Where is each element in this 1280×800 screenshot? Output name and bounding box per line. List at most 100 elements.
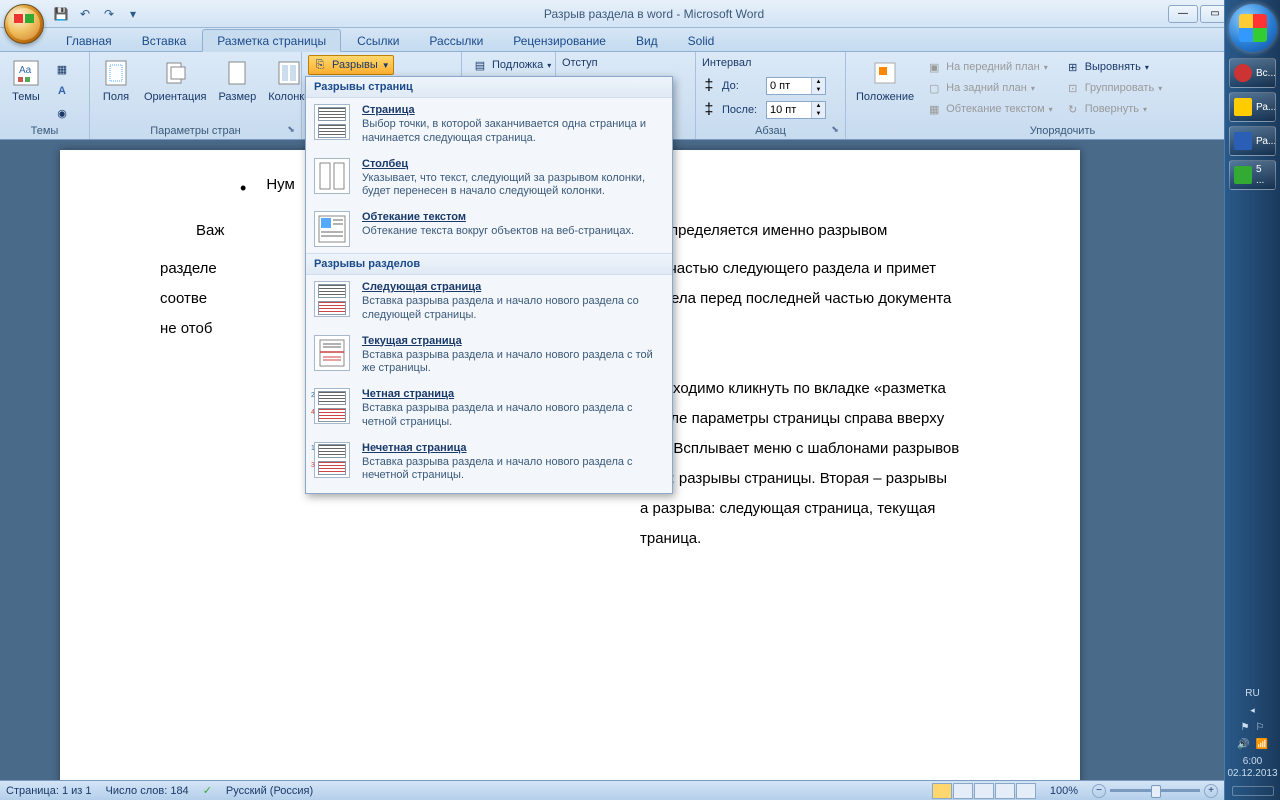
tab-page-layout[interactable]: Разметка страницы bbox=[202, 29, 341, 52]
menu-item-column-break[interactable]: СтолбецУказывает, что текст, следующий з… bbox=[306, 152, 672, 206]
status-spellcheck-icon[interactable]: ✓ bbox=[203, 784, 212, 797]
view-full-screen[interactable] bbox=[953, 783, 973, 799]
menu-item-continuous-break[interactable]: Текущая страницаВставка разрыва раздела … bbox=[306, 329, 672, 383]
menu-item-text-wrapping-break[interactable]: Обтекание текстомОбтекание текста вокруг… bbox=[306, 205, 672, 253]
group-themes: Aa Темы ▦ A ◉ Темы bbox=[0, 52, 90, 139]
taskbar-item-4[interactable]: 5 ... bbox=[1229, 160, 1276, 190]
fonts-icon: A bbox=[54, 83, 70, 99]
group-paragraph-label: Абзац⬊ bbox=[702, 124, 839, 137]
view-print-layout[interactable] bbox=[932, 783, 952, 799]
spin-down-icon[interactable]: ▼ bbox=[811, 110, 825, 118]
theme-colors-button[interactable]: ▦ bbox=[50, 59, 74, 79]
qat-redo-icon[interactable]: ↷ bbox=[100, 5, 118, 23]
theme-effects-button[interactable]: ◉ bbox=[50, 103, 74, 123]
themes-icon: Aa bbox=[10, 57, 42, 89]
themes-button[interactable]: Aa Темы bbox=[6, 55, 46, 105]
continuous-icon bbox=[314, 335, 350, 371]
chevron-down-icon: ▾ bbox=[547, 61, 551, 70]
position-icon bbox=[869, 57, 901, 89]
chevron-down-icon: ▼ bbox=[382, 61, 390, 70]
tray-volume-icon[interactable]: 🔊 bbox=[1237, 739, 1249, 750]
spin-up-icon[interactable]: ▲ bbox=[811, 102, 825, 110]
send-back-button[interactable]: ▢На задний план▾ bbox=[922, 78, 1057, 98]
rotate-button[interactable]: ↻Повернуть▾ bbox=[1061, 99, 1167, 119]
qat-save-icon[interactable]: 💾 bbox=[52, 5, 70, 23]
title-bar: 💾 ↶ ↷ ▾ Разрыв раздела в word - Microsof… bbox=[0, 0, 1280, 28]
tray-wifi-icon[interactable]: 📶 bbox=[1256, 739, 1268, 750]
breaks-dropdown-menu: Разрывы страниц СтраницаВыбор точки, в к… bbox=[305, 76, 673, 494]
view-outline[interactable] bbox=[995, 783, 1015, 799]
page-break-icon bbox=[314, 104, 350, 140]
spacing-after-spinner[interactable]: ▲▼ bbox=[766, 101, 826, 119]
bring-front-icon: ▣ bbox=[926, 59, 942, 75]
spin-up-icon[interactable]: ▲ bbox=[811, 78, 825, 86]
tab-mailings[interactable]: Рассылки bbox=[415, 30, 497, 51]
size-button[interactable]: Размер bbox=[214, 55, 260, 105]
group-themes-label: Темы bbox=[6, 124, 83, 137]
zoom-control: − + bbox=[1092, 784, 1218, 798]
margins-icon bbox=[100, 57, 132, 89]
spacing-before-spinner[interactable]: ▲▼ bbox=[766, 77, 826, 95]
position-button[interactable]: Положение bbox=[852, 55, 918, 105]
doc-bullet-1: Нум bbox=[266, 170, 294, 206]
orientation-icon bbox=[159, 57, 191, 89]
start-button[interactable] bbox=[1229, 4, 1277, 52]
tab-references[interactable]: Ссылки bbox=[343, 30, 413, 51]
zoom-out-button[interactable]: − bbox=[1092, 784, 1106, 798]
zoom-in-button[interactable]: + bbox=[1204, 784, 1218, 798]
margins-button[interactable]: Поля bbox=[96, 55, 136, 105]
theme-fonts-button[interactable]: A bbox=[50, 81, 74, 101]
tray-chevron-icon[interactable]: ◂ bbox=[1250, 705, 1255, 716]
menu-item-odd-page-break[interactable]: 13 Нечетная страницаВставка разрыва разд… bbox=[306, 436, 672, 490]
columns-icon bbox=[273, 57, 305, 89]
tray-network-icon[interactable]: ⚑ bbox=[1241, 722, 1250, 733]
app-icon bbox=[1234, 166, 1252, 184]
menu-item-even-page-break[interactable]: 24 Четная страницаВставка разрыва раздел… bbox=[306, 382, 672, 436]
tab-view[interactable]: Вид bbox=[622, 30, 672, 51]
group-arrange-label: Упорядочить bbox=[852, 124, 1273, 137]
menu-item-next-page-break[interactable]: Следующая страницаВставка разрыва раздел… bbox=[306, 275, 672, 329]
tray-action-icon[interactable]: ⚐ bbox=[1256, 722, 1265, 733]
tray-clock[interactable]: 6:00 02.12.2013 bbox=[1227, 756, 1277, 780]
folder-icon bbox=[1234, 98, 1252, 116]
status-language[interactable]: Русский (Россия) bbox=[226, 785, 313, 797]
taskbar-item-1[interactable]: Вс... bbox=[1229, 58, 1276, 88]
tab-solid[interactable]: Solid bbox=[674, 30, 729, 51]
paragraph-dialog-launcher[interactable]: ⬊ bbox=[829, 124, 841, 136]
tab-review[interactable]: Рецензирование bbox=[499, 30, 620, 51]
view-buttons bbox=[932, 783, 1036, 799]
status-word-count[interactable]: Число слов: 184 bbox=[106, 785, 189, 797]
watermark-button[interactable]: ▤ Подложка ▾ bbox=[468, 55, 555, 75]
spacing-before-icon: ‡ bbox=[702, 78, 716, 94]
zoom-percent[interactable]: 100% bbox=[1050, 785, 1078, 797]
text-wrapping-button[interactable]: ▦Обтекание текстом▾ bbox=[922, 99, 1057, 119]
show-desktop-button[interactable] bbox=[1232, 786, 1274, 796]
taskbar-item-2[interactable]: Ра... bbox=[1229, 92, 1276, 122]
view-web-layout[interactable] bbox=[974, 783, 994, 799]
tray-lang[interactable]: RU bbox=[1245, 688, 1259, 699]
send-back-icon: ▢ bbox=[926, 80, 942, 96]
bring-front-button[interactable]: ▣На передний план▾ bbox=[922, 57, 1057, 77]
zoom-slider[interactable] bbox=[1110, 789, 1200, 792]
qat-undo-icon[interactable]: ↶ bbox=[76, 5, 94, 23]
tab-insert[interactable]: Вставка bbox=[128, 30, 201, 51]
view-draft[interactable] bbox=[1016, 783, 1036, 799]
menu-header-section-breaks: Разрывы разделов bbox=[306, 253, 672, 275]
breaks-button[interactable]: ⎘ Разрывы ▼ bbox=[308, 55, 394, 75]
status-page[interactable]: Страница: 1 из 1 bbox=[6, 785, 92, 797]
minimize-button[interactable]: — bbox=[1168, 5, 1198, 23]
align-button[interactable]: ⊞Выровнять▾ bbox=[1061, 57, 1167, 77]
orientation-button[interactable]: Ориентация bbox=[140, 55, 210, 105]
group-objects-button[interactable]: ⊡Группировать▾ bbox=[1061, 78, 1167, 98]
tab-home[interactable]: Главная bbox=[52, 30, 126, 51]
doc-line: а разрыва: следующая страница, текущая bbox=[160, 494, 980, 524]
word-icon bbox=[1234, 132, 1252, 150]
text-wrap-break-icon bbox=[314, 211, 350, 247]
taskbar-item-3[interactable]: Ра... bbox=[1229, 126, 1276, 156]
page-setup-dialog-launcher[interactable]: ⬊ bbox=[285, 124, 297, 136]
office-button[interactable] bbox=[4, 4, 44, 44]
qat-customize-icon[interactable]: ▾ bbox=[124, 5, 142, 23]
group-page-setup: Поля Ориентация Размер Колонки Параметры… bbox=[90, 52, 302, 139]
spin-down-icon[interactable]: ▼ bbox=[811, 86, 825, 94]
menu-item-page-break[interactable]: СтраницаВыбор точки, в которой заканчива… bbox=[306, 98, 672, 152]
